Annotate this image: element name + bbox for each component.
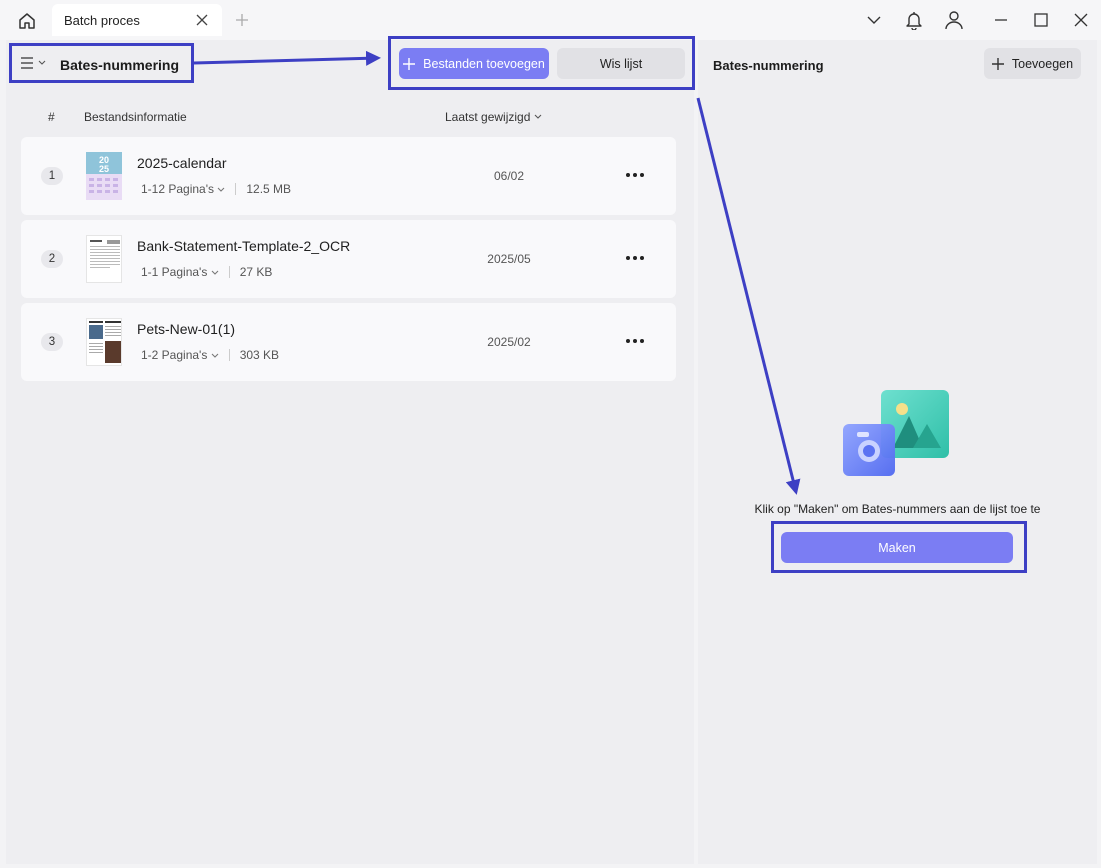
close-icon — [196, 14, 208, 26]
file-date: 2025/02 — [487, 335, 531, 349]
add-files-label: Bestanden toevoegen — [423, 56, 545, 71]
page-range-dropdown[interactable]: 1-1 Pagina's — [141, 265, 219, 279]
minimize-button[interactable] — [991, 10, 1011, 30]
add-bates-button[interactable]: Toevoegen — [984, 48, 1081, 79]
file-thumbnail — [86, 318, 122, 366]
account-button[interactable] — [944, 10, 964, 30]
chevron-down-icon — [535, 114, 542, 119]
close-icon — [1074, 13, 1088, 27]
divider — [235, 183, 237, 195]
minimize-icon — [995, 19, 1007, 21]
file-meta: 1-1 Pagina's 27 KB — [141, 265, 272, 279]
file-name: 2025-calendar — [137, 155, 227, 171]
page-range-dropdown[interactable]: 1-2 Pagina's — [141, 348, 219, 362]
empty-state-hint: Klik op "Maken" om Bates-nummers aan de … — [754, 502, 1041, 516]
bates-settings-panel: Bates-nummering Toevoegen Klik op "Maken… — [698, 40, 1097, 864]
menu-button[interactable] — [20, 56, 46, 70]
home-button[interactable] — [14, 8, 40, 34]
column-file-info: Bestandsinformatie — [84, 110, 187, 124]
page-range: 1-2 Pagina's — [141, 348, 208, 362]
row-number: 2 — [41, 250, 63, 268]
table-row[interactable]: 1 20 25 2025-calendar 1-12 Pagina's 12.5… — [21, 137, 676, 215]
more-icon — [626, 256, 630, 260]
notifications-button[interactable] — [904, 10, 924, 30]
panel-title: Bates-nummering — [713, 58, 824, 73]
file-meta: 1-12 Pagina's 12.5 MB — [141, 182, 291, 196]
file-thumbnail — [86, 235, 122, 283]
column-last-modified-label: Laatst gewijzigd — [445, 110, 531, 124]
file-name: Pets-New-01(1) — [137, 321, 236, 337]
close-window-button[interactable] — [1071, 10, 1091, 30]
more-icon-dot — [640, 339, 644, 343]
bell-icon — [906, 12, 922, 30]
file-meta: 1-2 Pagina's 303 KB — [141, 348, 279, 362]
more-icon-dot — [633, 339, 637, 343]
title-bar: Batch proces — [0, 0, 1101, 40]
column-last-modified[interactable]: Laatst gewijzigd — [445, 110, 542, 124]
make-button[interactable]: Maken — [781, 532, 1013, 563]
more-icon-dot — [633, 256, 637, 260]
chevron-down-icon — [211, 353, 219, 358]
hamburger-icon — [21, 57, 33, 69]
clear-list-label: Wis lijst — [599, 56, 643, 71]
column-number: # — [48, 110, 55, 124]
magazine-thumbnail-icon — [89, 321, 121, 363]
make-label: Maken — [878, 540, 916, 555]
home-icon — [19, 13, 35, 29]
plus-icon — [403, 57, 416, 70]
more-options-button[interactable] — [621, 165, 649, 185]
tab-title: Batch proces — [64, 12, 140, 28]
add-bates-label: Toevoegen — [1011, 56, 1074, 71]
more-options-button[interactable] — [621, 331, 649, 351]
file-date: 2025/05 — [487, 252, 531, 266]
add-files-button[interactable]: Bestanden toevoegen — [399, 48, 549, 79]
divider — [228, 349, 230, 361]
chevron-down-icon — [38, 60, 46, 65]
tab-batch-process[interactable]: Batch proces — [52, 4, 222, 36]
toolbar: Bates-nummering Bestanden toevoegen Wis … — [6, 40, 694, 88]
file-size: 303 KB — [239, 348, 280, 362]
plus-icon — [991, 57, 1004, 70]
list-header: # Bestandsinformatie Laatst gewijzigd — [6, 108, 694, 128]
more-options-button[interactable] — [621, 248, 649, 268]
chevron-down-icon — [211, 270, 219, 275]
clear-list-button[interactable]: Wis lijst — [557, 48, 685, 79]
calendar-thumbnail-icon: 20 25 — [86, 152, 122, 200]
table-row[interactable]: 3 Pets-New-01(1) 1-2 Pagina's 303 KB 202… — [21, 303, 676, 381]
file-thumbnail: 20 25 — [86, 152, 122, 200]
row-number: 3 — [41, 333, 63, 351]
file-name: Bank-Statement-Template-2_OCR — [137, 238, 351, 254]
plus-icon — [236, 14, 248, 26]
more-icon-dot — [640, 256, 644, 260]
page-range-dropdown[interactable]: 1-12 Pagina's — [141, 182, 225, 196]
more-icon — [626, 339, 630, 343]
user-icon — [945, 11, 963, 30]
file-date: 06/02 — [493, 169, 525, 183]
file-list-panel: Bates-nummering Bestanden toevoegen Wis … — [6, 40, 694, 864]
table-row[interactable]: 2 Bank-Statement-Template-2_OCR 1-1 Pagi… — [21, 220, 676, 298]
file-size: 27 KB — [239, 265, 273, 279]
more-icon-dot — [633, 173, 637, 177]
chevron-down-icon — [867, 16, 881, 24]
dropdown-button[interactable] — [864, 10, 884, 30]
row-number: 1 — [41, 167, 63, 185]
page-title: Bates-nummering — [60, 57, 180, 73]
page-range: 1-1 Pagina's — [141, 265, 208, 279]
chevron-down-icon — [217, 187, 225, 192]
maximize-button[interactable] — [1031, 10, 1051, 30]
svg-text:25: 25 — [99, 164, 109, 174]
more-icon-dot — [640, 173, 644, 177]
maximize-icon — [1034, 13, 1048, 27]
page-range: 1-12 Pagina's — [141, 182, 215, 196]
more-icon — [626, 173, 630, 177]
new-tab-button[interactable] — [233, 11, 251, 29]
empty-state-illustration — [843, 390, 949, 476]
divider — [228, 266, 230, 278]
document-thumbnail-icon — [90, 240, 120, 268]
tab-close-button[interactable] — [194, 12, 210, 28]
file-size: 12.5 MB — [246, 182, 292, 196]
